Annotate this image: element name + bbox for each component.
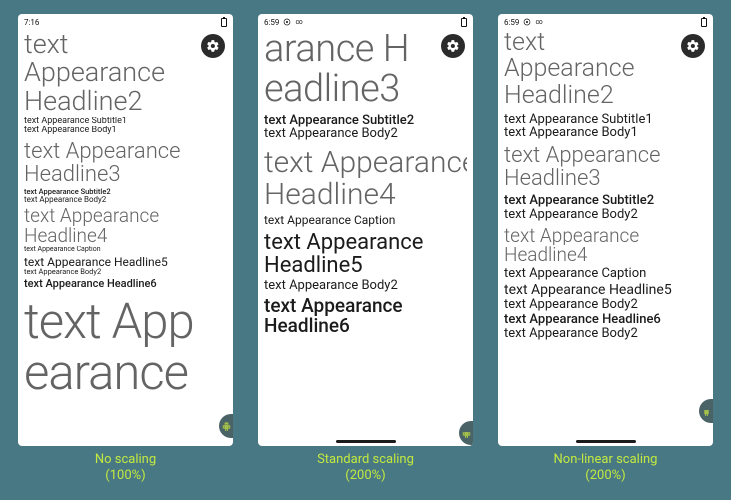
android-icon: [222, 422, 231, 431]
android-icon: [702, 407, 711, 416]
nav-indicator: [336, 440, 396, 443]
headline3-text: text Appearance: [504, 144, 707, 167]
caption-text: text Appearance Caption: [504, 267, 707, 281]
body2-text: text Appearance Body2: [264, 279, 467, 293]
headline6-text: text Appearance: [264, 296, 467, 316]
caption-row: No scaling (100%) Standard scaling (200%…: [0, 446, 731, 485]
subtitle2-text: text Appearance Subtitle2: [264, 114, 467, 128]
status-extra: ∞: [295, 18, 302, 26]
headline5-text: text Appearance Headline5: [504, 283, 707, 298]
subtitle2-text: text Appearance Subtitle2: [24, 188, 227, 196]
headline4-text: text Appearance: [504, 226, 707, 246]
headline3-text: Headline3: [504, 167, 707, 190]
gear-icon: [283, 18, 291, 26]
headline3-text: text Appearance: [24, 140, 227, 163]
battery-icon: [221, 18, 227, 27]
headline5-text: text Appearance Headline5: [24, 256, 227, 269]
gear-icon: [446, 39, 460, 53]
headline3-text: eadline3: [264, 70, 467, 110]
headline2-text: Appearance: [24, 58, 227, 86]
headline2-text: Headline2: [24, 87, 227, 115]
nav-indicator: [576, 440, 636, 443]
body2-text: text Appearance Body2: [504, 208, 707, 222]
headline6-text: text Appearance Headline6: [504, 313, 707, 327]
caption-text: text Appearance Caption: [264, 214, 467, 227]
headline6-text: text Appearance Headline6: [24, 278, 227, 290]
status-time: 6:59: [504, 18, 519, 27]
headline2-text: text: [24, 30, 227, 58]
subtitle2-text: text Appearance Subtitle2: [504, 194, 707, 208]
headline5-text: Headline5: [264, 254, 467, 277]
typography-list: arance H eadline3 text Appearance Subtit…: [258, 30, 473, 446]
headline3-text: arance H: [264, 30, 467, 70]
headline2-text: Appearance: [504, 56, 707, 82]
caption-title: No scaling: [18, 452, 233, 468]
settings-button[interactable]: [201, 34, 225, 58]
status-time: 7:16: [24, 18, 39, 27]
headline1-text: text App: [24, 296, 227, 347]
caption-percent: (200%): [258, 468, 473, 484]
status-bar: 7:16: [18, 14, 233, 30]
gear-icon: [686, 39, 700, 53]
headline5-text: text Appearance: [264, 231, 467, 254]
subtitle1-text: text Appearance Subtitle1: [24, 117, 227, 126]
settings-button[interactable]: [441, 34, 465, 58]
android-icon: [462, 429, 471, 438]
typography-list: text Appearance Headline2 text Appearanc…: [498, 30, 713, 446]
phone-standard-scaling: 6:59 ∞ arance H eadline3 text Appearance…: [258, 14, 473, 446]
typography-list: text Appearance Headline2 text Appearanc…: [18, 30, 233, 446]
caption-percent: (100%): [18, 468, 233, 484]
headline3-text: Headline3: [24, 163, 227, 186]
headline4-text: Headline4: [504, 245, 707, 265]
headline4-text: Headline4: [24, 226, 227, 246]
gear-icon: [206, 39, 220, 53]
status-extra: ∞: [535, 18, 542, 26]
headline2-text: Headline2: [504, 83, 707, 109]
caption-title: Standard scaling: [258, 452, 473, 468]
phone-nonlinear-scaling: 6:59 ∞ text Appearance Headline2 text Ap…: [498, 14, 713, 446]
caption-nonlinear-scaling: Non-linear scaling (200%): [498, 452, 713, 485]
body2-text: text Appearance Body2: [504, 298, 707, 312]
battery-icon: [701, 18, 707, 27]
body1-text: text Appearance Body1: [24, 126, 227, 135]
body2-text: text Appearance Body2: [24, 268, 227, 276]
status-bar: 6:59 ∞: [498, 14, 713, 30]
status-bar: 6:59 ∞: [258, 14, 473, 30]
settings-button[interactable]: [681, 34, 705, 58]
headline6-text: Headline6: [264, 316, 467, 336]
phone-row: 7:16 text Appearance Headline2 text Appe…: [0, 0, 731, 446]
body2-text: text Appearance Body2: [264, 127, 467, 141]
gear-icon: [523, 18, 531, 26]
battery-icon: [461, 18, 467, 27]
headline1-text: earance: [24, 347, 227, 398]
caption-percent: (200%): [498, 468, 713, 484]
status-time: 6:59: [264, 18, 279, 27]
caption-no-scaling: No scaling (100%): [18, 452, 233, 485]
headline4-text: Headline4: [264, 179, 467, 211]
caption-text: text Appearance Caption: [24, 246, 227, 253]
headline4-text: text Appearance: [24, 206, 227, 226]
phone-no-scaling: 7:16 text Appearance Headline2 text Appe…: [18, 14, 233, 446]
body2-text: text Appearance Body2: [24, 196, 227, 204]
headline2-text: text: [504, 30, 707, 56]
subtitle1-text: text Appearance Subtitle1: [504, 113, 707, 127]
caption-title: Non-linear scaling: [498, 452, 713, 468]
body2-text: text Appearance Body2: [504, 327, 707, 341]
body1-text: text Appearance Body1: [504, 126, 707, 140]
headline4-text: text Appearance: [264, 147, 467, 179]
caption-standard-scaling: Standard scaling (200%): [258, 452, 473, 485]
